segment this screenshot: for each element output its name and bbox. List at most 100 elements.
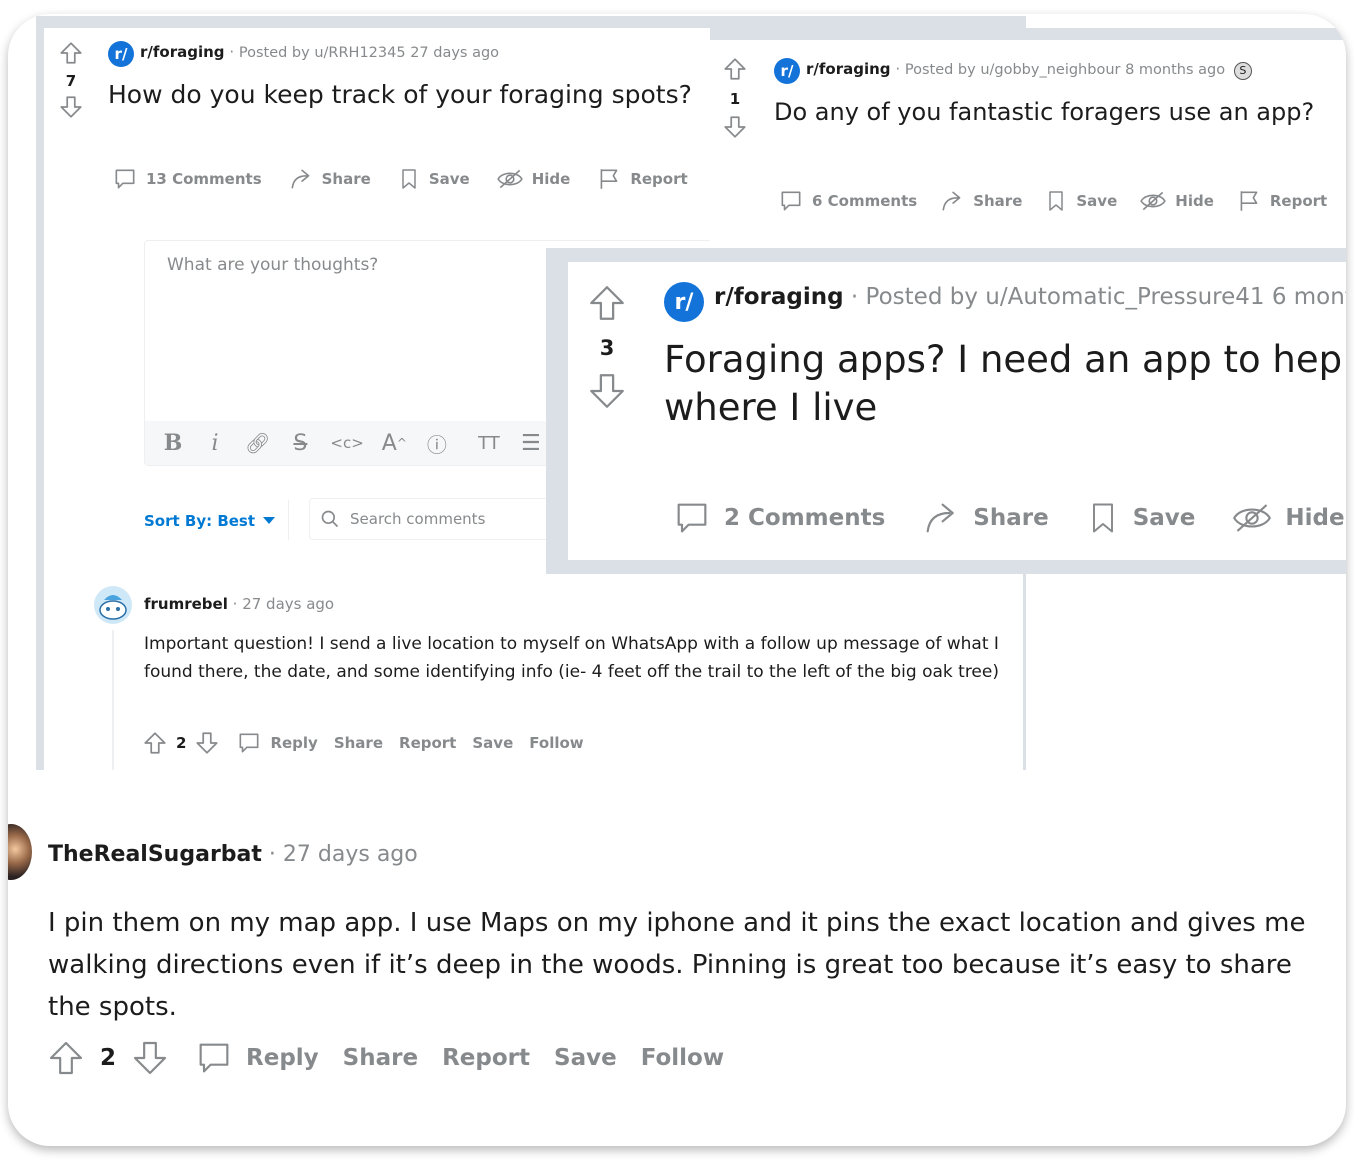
downvote-icon[interactable] xyxy=(586,370,628,412)
search-placeholder: Search comments xyxy=(350,510,486,528)
comment-meta: frumrebel · 27 days ago xyxy=(144,595,335,613)
award-icon: S xyxy=(1233,62,1252,80)
comment-body: Important question! I send a live locati… xyxy=(144,634,999,682)
reply-button[interactable]: Reply xyxy=(236,730,318,756)
search-comments-input[interactable]: Search comments xyxy=(309,498,555,540)
subreddit-link[interactable]: r/foraging xyxy=(806,60,891,78)
post-1-actions: 13 Comments Share Save Hide Report xyxy=(112,166,688,192)
superscript-icon[interactable]: A ^ xyxy=(382,431,407,456)
avatar[interactable] xyxy=(94,586,132,624)
posted-by: Posted by u/gobby_neighbour 8 months ago xyxy=(904,62,1226,78)
comments-button[interactable]: 2 Comments xyxy=(672,498,885,538)
avatar[interactable] xyxy=(8,824,32,880)
search-icon xyxy=(321,510,339,528)
upvote-icon[interactable] xyxy=(586,282,628,324)
comment-actions: 2 Reply Share Report Save Follow xyxy=(46,1038,724,1078)
subreddit-icon[interactable]: r/ xyxy=(774,58,800,84)
post-3-actions: 2 Comments Share Save Hide xyxy=(672,498,1345,538)
save-button[interactable]: Save xyxy=(472,734,513,752)
post-3-meta: r/foraging · Posted by u/Automatic_Press… xyxy=(714,284,1346,310)
vote-count: 7 xyxy=(65,72,77,90)
bookmark-icon xyxy=(1049,191,1064,211)
comment-vote-count: 2 xyxy=(176,734,187,752)
post-title-line-2: where I live xyxy=(664,386,878,429)
comment-author[interactable]: frumrebel xyxy=(144,595,228,613)
post-1-vote-column: 7 xyxy=(58,40,84,120)
hide-button[interactable]: Hide xyxy=(1139,188,1214,214)
editor-placeholder: What are your thoughts? xyxy=(167,255,379,275)
save-button[interactable]: Save xyxy=(1085,498,1195,538)
bold-icon[interactable]: B xyxy=(161,430,185,456)
reply-button[interactable]: Reply xyxy=(194,1038,319,1078)
comment-icon xyxy=(677,503,707,533)
share-button[interactable]: Share xyxy=(921,498,1049,538)
downvote-icon[interactable] xyxy=(130,1038,170,1078)
comment-body: I pin them on my map app. I use Maps on … xyxy=(48,908,1306,1022)
post-2-actions: 6 Comments Share Save Hide Report xyxy=(778,188,1327,214)
italic-icon[interactable]: i xyxy=(203,431,227,456)
posted-by: Posted by u/Automatic_Pressure41 6 month… xyxy=(865,284,1346,310)
upvote-icon[interactable] xyxy=(142,730,168,756)
upvote-icon[interactable] xyxy=(46,1038,86,1078)
follow-button[interactable]: Follow xyxy=(529,734,583,752)
strikethrough-icon[interactable]: S xyxy=(288,431,312,456)
comment-icon xyxy=(781,191,801,211)
post-3-vote-column: 3 xyxy=(586,282,628,412)
report-button[interactable]: Report xyxy=(399,734,456,752)
downvote-icon[interactable] xyxy=(194,730,220,756)
sort-dropdown[interactable]: Sort By: Best xyxy=(144,512,276,530)
comments-button[interactable]: 13 Comments xyxy=(112,166,262,192)
heading-icon[interactable]: TT xyxy=(477,433,501,454)
share-icon xyxy=(291,169,310,189)
post-title[interactable]: Do any of you fantastic foragers use an … xyxy=(774,98,1314,126)
vote-count: 3 xyxy=(599,336,615,360)
post-title[interactable]: How do you keep track of your foraging s… xyxy=(108,80,692,109)
link-icon[interactable]: 🔗︎ xyxy=(245,431,270,455)
report-button[interactable]: Report xyxy=(596,166,688,192)
subreddit-link[interactable]: r/foraging xyxy=(714,284,844,310)
comment-vote-count: 2 xyxy=(100,1045,117,1071)
save-button[interactable]: Save xyxy=(1044,188,1117,214)
bookmark-icon xyxy=(1092,503,1113,533)
share-button[interactable]: Share xyxy=(343,1045,418,1071)
comment-icon xyxy=(239,733,259,753)
screenshot-card: 7 r/ r/foraging · Posted by u/RRH12345 2… xyxy=(8,14,1346,1146)
comment-icon xyxy=(115,169,135,189)
upvote-icon[interactable] xyxy=(722,56,748,82)
hide-eye-icon xyxy=(1140,191,1167,211)
comment-actions: 2 Reply Share Report Save Follow xyxy=(142,730,584,756)
flag-icon xyxy=(1240,191,1258,211)
post-2-vote-column: 1 xyxy=(722,56,748,140)
post-title[interactable]: Foraging apps? I need an app to hep r wh… xyxy=(664,336,1346,432)
follow-button[interactable]: Follow xyxy=(641,1045,724,1071)
hide-eye-icon xyxy=(496,169,523,189)
comments-button[interactable]: 6 Comments xyxy=(778,188,917,214)
share-button[interactable]: Share xyxy=(334,734,383,752)
share-button[interactable]: Share xyxy=(939,188,1022,214)
save-button[interactable]: Save xyxy=(397,166,470,192)
hide-eye-icon xyxy=(1233,504,1272,532)
flag-icon xyxy=(600,169,618,189)
share-button[interactable]: Share xyxy=(288,166,371,192)
subreddit-link[interactable]: r/foraging xyxy=(140,43,225,61)
bookmark-icon xyxy=(402,169,416,189)
hide-button[interactable]: Hide xyxy=(496,166,570,192)
hide-button[interactable]: Hide xyxy=(1231,498,1345,538)
downvote-icon[interactable] xyxy=(722,114,748,140)
inline-code-icon[interactable]: <c> xyxy=(330,434,363,452)
report-button[interactable]: Report xyxy=(442,1045,530,1071)
post-2-meta: r/foraging · Posted by u/gobby_neighbour… xyxy=(806,60,1252,80)
upvote-icon[interactable] xyxy=(58,40,84,66)
downvote-icon[interactable] xyxy=(58,94,84,120)
thread-line[interactable] xyxy=(112,630,114,770)
post-3-screenshot: 3 r/ r/foraging · Posted by u/Automatic_… xyxy=(546,248,1346,574)
comment-icon xyxy=(199,1043,229,1073)
snoo-avatar-icon xyxy=(99,595,127,620)
spoiler-icon[interactable]: ⓘ xyxy=(425,429,449,458)
comment-author[interactable]: TheRealSugarbat xyxy=(48,842,262,867)
save-button[interactable]: Save xyxy=(554,1045,617,1071)
subreddit-icon[interactable]: r/ xyxy=(664,282,704,322)
subreddit-icon[interactable]: r/ xyxy=(108,41,134,67)
bulleted-list-icon[interactable]: ☰ xyxy=(519,431,543,456)
report-button[interactable]: Report xyxy=(1236,188,1327,214)
